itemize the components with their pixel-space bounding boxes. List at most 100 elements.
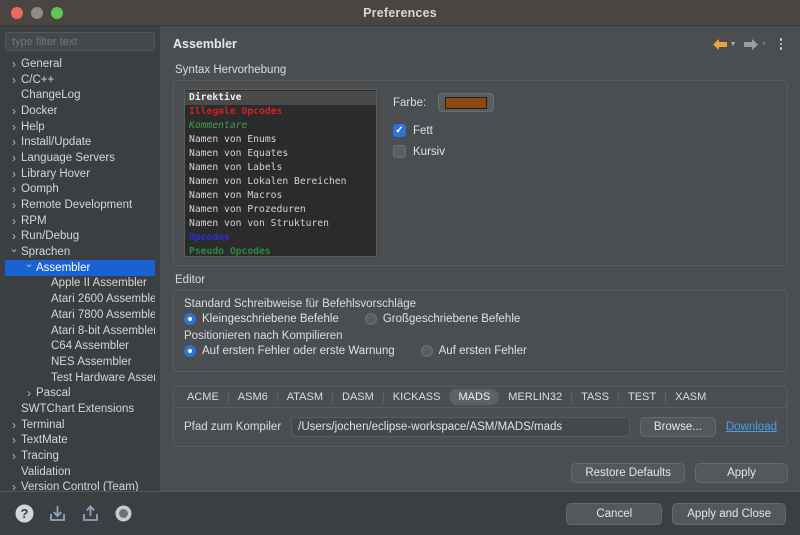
tab-mads[interactable]: MADS (449, 389, 499, 405)
bold-checkbox[interactable] (393, 124, 406, 137)
sidebar-item-general[interactable]: General (5, 56, 155, 72)
sidebar-item-textmate[interactable]: TextMate (5, 433, 155, 449)
syntax-list-item[interactable]: Illegale Opcodes (185, 105, 376, 119)
download-link[interactable]: Download (726, 421, 777, 433)
radio-uppercase-indicator[interactable] (365, 313, 377, 325)
radio-uppercase-commands[interactable]: Großgeschriebene Befehle (365, 313, 520, 325)
syntax-list-item[interactable]: Pseudo Opcodes (185, 245, 376, 257)
sidebar-item-tracing[interactable]: Tracing (5, 448, 155, 464)
export-icon[interactable] (80, 503, 101, 524)
sidebar-item-apple-ii-assembler[interactable]: Apple II Assembler (5, 276, 155, 292)
tab-merlin32[interactable]: MERLIN32 (499, 389, 571, 405)
chevron-right-icon[interactable] (7, 419, 21, 431)
syntax-list-item[interactable]: Namen von Enums (185, 133, 376, 147)
sidebar-item-test-hardware-assem[interactable]: Test Hardware Assem (5, 370, 155, 386)
sidebar-item-oomph[interactable]: Oomph (5, 182, 155, 198)
sidebar-item-docker[interactable]: Docker (5, 103, 155, 119)
sidebar-item-run-debug[interactable]: Run/Debug (5, 229, 155, 245)
italic-checkbox-row[interactable]: Kursiv (393, 145, 777, 158)
restore-defaults-button[interactable]: Restore Defaults (571, 463, 685, 483)
sidebar-item-nes-assembler[interactable]: NES Assembler (5, 354, 155, 370)
color-picker-button[interactable] (438, 93, 494, 112)
chevron-right-icon[interactable] (7, 105, 21, 117)
sidebar-item-c-c[interactable]: C/C++ (5, 72, 155, 88)
radio-first-error-indicator[interactable] (421, 345, 433, 357)
chevron-right-icon[interactable] (7, 230, 21, 242)
radio-first-error-or-warning[interactable]: Auf ersten Fehler oder erste Warnung (184, 345, 395, 357)
syntax-list-item[interactable]: Namen von Macros (185, 189, 376, 203)
back-dropdown-caret[interactable]: ▼ (730, 41, 737, 48)
chevron-right-icon[interactable] (7, 183, 21, 195)
help-icon[interactable]: ? (14, 503, 35, 524)
tab-kickass[interactable]: KICKASS (384, 389, 450, 405)
sidebar-item-assembler[interactable]: Assembler (5, 260, 155, 276)
syntax-list-item[interactable]: Direktive (185, 91, 376, 105)
syntax-list-item[interactable]: Namen von Equates (185, 147, 376, 161)
forward-button[interactable]: ▼ (741, 36, 770, 53)
sidebar-item-validation[interactable]: Validation (5, 464, 155, 480)
record-icon[interactable] (113, 503, 134, 524)
apply-button[interactable]: Apply (695, 463, 788, 483)
tab-acme[interactable]: ACME (178, 389, 228, 405)
back-button[interactable]: ▼ (710, 36, 739, 53)
tab-asm6[interactable]: ASM6 (229, 389, 277, 405)
chevron-right-icon[interactable] (7, 136, 21, 148)
tab-atasm[interactable]: ATASM (278, 389, 332, 405)
tab-test[interactable]: TEST (619, 389, 665, 405)
syntax-list-item[interactable]: Namen von Lokalen Bereichen (185, 175, 376, 189)
radio-lowercase-indicator[interactable] (184, 313, 196, 325)
sidebar-item-atari-7800-assembler[interactable]: Atari 7800 Assembler (5, 307, 155, 323)
sidebar-item-changelog[interactable]: ChangeLog (5, 87, 155, 103)
sidebar-item-atari-8-bit-assembler[interactable]: Atari 8-bit Assembler (5, 323, 155, 339)
chevron-right-icon[interactable] (7, 199, 21, 211)
sidebar-item-atari-2600-assembler[interactable]: Atari 2600 Assembler (5, 291, 155, 307)
chevron-down-icon[interactable] (22, 262, 36, 273)
import-icon[interactable] (47, 503, 68, 524)
sidebar-item-install-update[interactable]: Install/Update (5, 134, 155, 150)
italic-checkbox[interactable] (393, 145, 406, 158)
syntax-list-item[interactable]: Kommentare (185, 119, 376, 133)
zoom-window-button[interactable] (51, 7, 63, 19)
syntax-list-item[interactable]: Opcodes (185, 231, 376, 245)
sidebar-item-language-servers[interactable]: Language Servers (5, 150, 155, 166)
chevron-right-icon[interactable] (22, 387, 36, 399)
chevron-right-icon[interactable] (7, 450, 21, 462)
sidebar-item-swtchart-extensions[interactable]: SWTChart Extensions (5, 401, 155, 417)
sidebar-item-rpm[interactable]: RPM (5, 213, 155, 229)
sidebar-item-library-hover[interactable]: Library Hover (5, 166, 155, 182)
view-menu-icon[interactable] (772, 36, 789, 52)
close-window-button[interactable] (11, 7, 23, 19)
chevron-right-icon[interactable] (7, 434, 21, 446)
radio-lowercase-commands[interactable]: Kleingeschriebene Befehle (184, 313, 339, 325)
chevron-right-icon[interactable] (7, 481, 21, 491)
sidebar-item-help[interactable]: Help (5, 119, 155, 135)
sidebar-item-pascal[interactable]: Pascal (5, 385, 155, 401)
radio-first-error[interactable]: Auf ersten Fehler (421, 345, 527, 357)
chevron-down-icon[interactable] (7, 247, 21, 258)
chevron-right-icon[interactable] (7, 58, 21, 70)
syntax-element-list[interactable]: DirektiveIllegale OpcodesKommentareNamen… (184, 89, 377, 257)
sidebar-item-version-control-team[interactable]: Version Control (Team) (5, 480, 155, 491)
minimize-window-button[interactable] (31, 7, 43, 19)
tab-xasm[interactable]: XASM (666, 389, 715, 405)
sidebar-item-c64-assembler[interactable]: C64 Assembler (5, 338, 155, 354)
sidebar-item-remote-development[interactable]: Remote Development (5, 197, 155, 213)
tab-dasm[interactable]: DASM (333, 389, 383, 405)
syntax-list-item[interactable]: Namen von Labels (185, 161, 376, 175)
chevron-right-icon[interactable] (7, 168, 21, 180)
bold-checkbox-row[interactable]: Fett (393, 124, 777, 137)
compiler-path-input[interactable] (291, 417, 630, 437)
forward-dropdown-caret[interactable]: ▼ (761, 41, 768, 48)
tab-tass[interactable]: TASS (572, 389, 618, 405)
filter-input[interactable] (5, 32, 155, 51)
chevron-right-icon[interactable] (7, 152, 21, 164)
syntax-list-item[interactable]: Namen von Prozeduren (185, 203, 376, 217)
syntax-list-item[interactable]: Namen von von Strukturen (185, 217, 376, 231)
preferences-tree[interactable]: GeneralC/C++ChangeLogDockerHelpInstall/U… (5, 55, 155, 491)
apply-and-close-button[interactable]: Apply and Close (672, 503, 786, 525)
radio-first-error-or-warning-indicator[interactable] (184, 345, 196, 357)
chevron-right-icon[interactable] (7, 121, 21, 133)
chevron-right-icon[interactable] (7, 215, 21, 227)
assembler-tab-bar[interactable]: ACMEASM6ATASMDASMKICKASSMADSMERLIN32TASS… (173, 386, 788, 407)
chevron-right-icon[interactable] (7, 74, 21, 86)
